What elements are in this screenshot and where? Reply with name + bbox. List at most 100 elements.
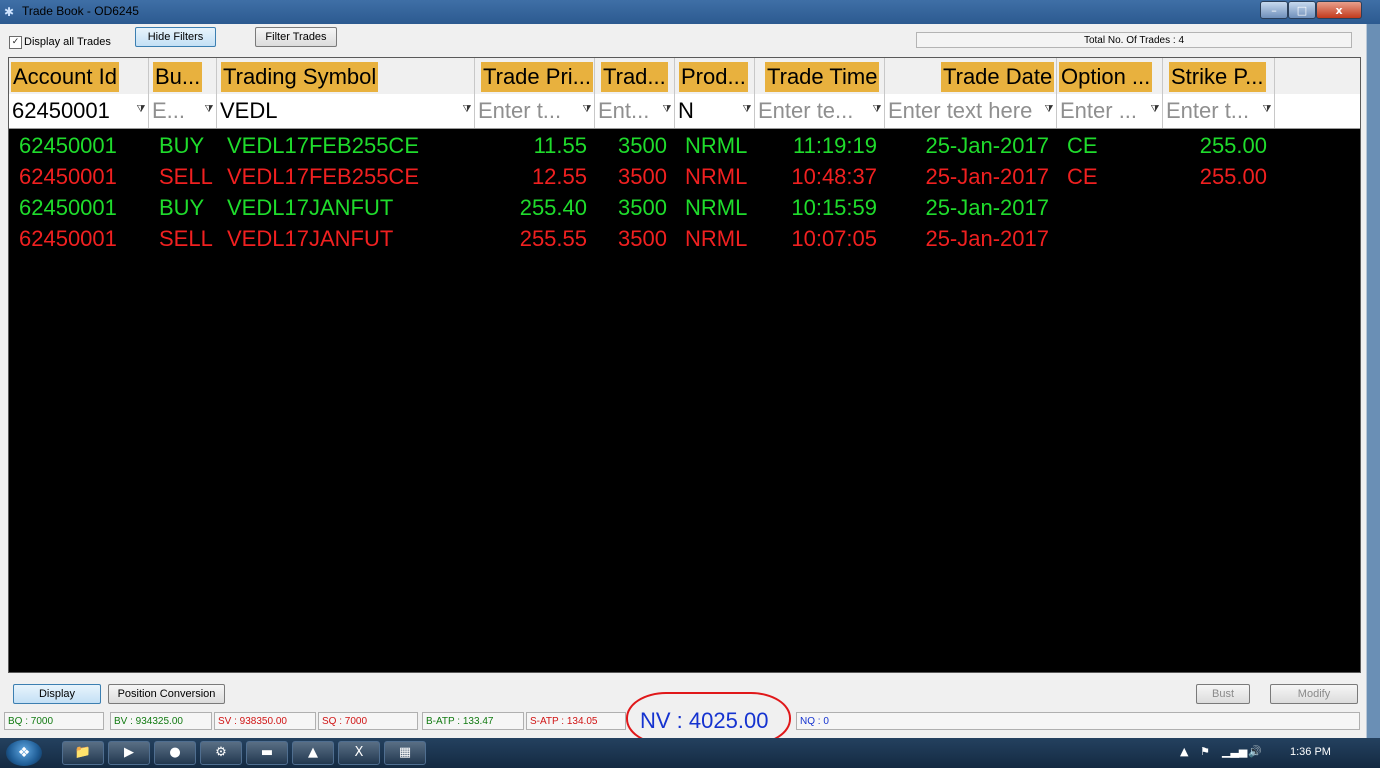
cell-account: 62450001 [19, 133, 117, 158]
column-header-label: Trading Symbol [221, 62, 379, 92]
cell-price: 11.55 [533, 133, 587, 158]
column-header-label: Account Id [11, 62, 119, 92]
cell-product: NRML [685, 195, 748, 220]
table-row[interactable]: 62450001 SELL VEDL17JANFUT 255.55 3500 NRML 10… [9, 223, 1360, 254]
chrome-icon[interactable]: ● [154, 741, 196, 765]
app-icon[interactable]: ⚙ [200, 741, 242, 765]
filter-input-account[interactable]: 62450001 ⧩ [9, 94, 149, 128]
display-all-checkbox[interactable]: ✓ [9, 36, 22, 49]
close-button[interactable]: x [1316, 1, 1362, 19]
folder-icon[interactable]: ▬ [246, 741, 288, 765]
column-header-symbol[interactable]: Trading Symbol [217, 58, 475, 94]
status-sq: SQ : 7000 [318, 712, 418, 730]
filter-value: VEDL [220, 98, 278, 123]
modify-button[interactable]: Modify [1270, 684, 1358, 704]
column-header-label: Trad... [601, 62, 668, 92]
cell-option: CE [1067, 164, 1098, 189]
filter-funnel-icon[interactable]: ⧩ [1262, 104, 1272, 116]
tray-arrow-icon[interactable]: ▲ [1180, 745, 1188, 758]
cell-qty: 3500 [618, 195, 667, 220]
display-button[interactable]: Display [13, 684, 101, 704]
filter-value: N [678, 98, 694, 123]
filter-trades-button[interactable]: Filter Trades [255, 27, 337, 47]
filter-funnel-icon[interactable]: ⧩ [136, 104, 146, 116]
filter-input-product[interactable]: N ⧩ [675, 94, 755, 128]
filter-funnel-icon[interactable]: ⧩ [462, 104, 472, 116]
filter-placeholder: Enter te... [758, 98, 854, 123]
column-header-time[interactable]: Trade Time [755, 58, 885, 94]
drive-icon[interactable]: ▲ [292, 741, 334, 765]
cell-option: CE [1067, 133, 1098, 158]
cell-buysell: BUY [159, 195, 205, 220]
table-row[interactable]: 62450001 BUY VEDL17JANFUT 255.40 3500 NRML 10:… [9, 192, 1360, 223]
cell-strike: 255.00 [1199, 133, 1267, 158]
media-player-icon[interactable]: ▶ [108, 741, 150, 765]
status-sv: SV : 938350.00 [214, 712, 316, 730]
filter-placeholder: Enter text here [888, 98, 1033, 123]
status-satp: S-ATP : 134.05 [526, 712, 626, 730]
cell-time: 10:07:05 [791, 226, 877, 251]
status-nq: NQ : 0 [796, 712, 1360, 730]
filter-placeholder: E... [152, 98, 186, 123]
trade-book-window: ✓ Display all Trades Hide Filters Filter… [0, 24, 1367, 738]
start-button[interactable]: ❖ [6, 740, 42, 766]
filter-input-date[interactable]: Enter text here ⧩ [885, 94, 1057, 128]
filter-placeholder: Ent... [598, 98, 650, 123]
filter-input-price[interactable]: Enter t... ⧩ [475, 94, 595, 128]
filter-funnel-icon[interactable]: ⧩ [872, 104, 882, 116]
filter-input-buysell[interactable]: E... ⧩ [149, 94, 217, 128]
column-header-product[interactable]: Prod... [675, 58, 755, 94]
explorer-icon[interactable]: 📁 [62, 741, 104, 765]
table-row[interactable]: 62450001 BUY VEDL17FEB255CE 11.55 3500 NRML 11… [9, 130, 1360, 161]
cell-product: NRML [685, 164, 748, 189]
column-header-label: Trade Time [765, 62, 880, 92]
calculator-icon[interactable]: ▦ [384, 741, 426, 765]
filter-funnel-icon[interactable]: ⧩ [204, 104, 214, 116]
filter-funnel-icon[interactable]: ⧩ [582, 104, 592, 116]
filter-funnel-icon[interactable]: ⧩ [1044, 104, 1054, 116]
column-header-option[interactable]: Option ... [1057, 58, 1163, 94]
filter-placeholder: Enter t... [478, 98, 562, 123]
window-titlebar[interactable] [0, 0, 1380, 24]
column-header-account[interactable]: Account Id [9, 58, 149, 94]
filter-input-qty[interactable]: Ent... ⧩ [595, 94, 675, 128]
filter-input-option[interactable]: Enter ... ⧩ [1057, 94, 1163, 128]
column-header-date[interactable]: Trade Date [885, 58, 1057, 94]
filter-funnel-icon[interactable]: ⧩ [742, 104, 752, 116]
cell-account: 62450001 [19, 195, 117, 220]
cell-symbol: VEDL17FEB255CE [227, 164, 419, 189]
filter-placeholder: Enter t... [1166, 98, 1250, 123]
cell-symbol: VEDL17FEB255CE [227, 133, 419, 158]
hide-filters-button[interactable]: Hide Filters [135, 27, 216, 47]
minimize-button[interactable]: – [1260, 1, 1288, 19]
maximize-button[interactable]: □ [1288, 1, 1316, 19]
excel-icon[interactable]: X [338, 741, 380, 765]
cell-time: 10:48:37 [791, 164, 877, 189]
cell-price: 12.55 [531, 164, 587, 189]
network-icon[interactable]: ▁▃▅ [1222, 745, 1247, 758]
filter-input-time[interactable]: Enter te... ⧩ [755, 94, 885, 128]
cell-price: 255.40 [519, 195, 587, 220]
filter-funnel-icon[interactable]: ⧩ [1150, 104, 1160, 116]
grid-filter-row: 62450001 ⧩ E... ⧩ VEDL ⧩ Enter t... ⧩ Ent... ⧩ N ⧩ E… [9, 94, 1360, 129]
column-header-price[interactable]: Trade Pri... [475, 58, 595, 94]
bust-button[interactable]: Bust [1196, 684, 1250, 704]
cell-date: 25-Jan-2017 [925, 133, 1049, 158]
tray-clock[interactable]: 1:36 PM [1290, 746, 1331, 758]
filter-funnel-icon[interactable]: ⧩ [662, 104, 672, 116]
cell-buysell: SELL [159, 164, 213, 189]
column-header-strike[interactable]: Strike P... [1163, 58, 1275, 94]
position-conversion-button[interactable]: Position Conversion [108, 684, 225, 704]
column-header-buysell[interactable]: Bu... [149, 58, 217, 94]
flag-icon[interactable]: ⚑ [1200, 745, 1210, 758]
filter-input-strike[interactable]: Enter t... ⧩ [1163, 94, 1275, 128]
column-header-label: Bu... [153, 62, 203, 92]
column-header-qty[interactable]: Trad... [595, 58, 675, 94]
filter-value: 62450001 [12, 98, 110, 123]
cell-qty: 3500 [618, 226, 667, 251]
volume-icon[interactable]: 🔊 [1248, 745, 1262, 758]
cell-strike: 255.00 [1199, 164, 1267, 189]
filter-input-symbol[interactable]: VEDL ⧩ [217, 94, 475, 128]
toolbar: ✓ Display all Trades Hide Filters Filter… [0, 24, 1366, 54]
table-row[interactable]: 62450001 SELL VEDL17FEB255CE 12.55 3500 NRML 1… [9, 161, 1360, 192]
